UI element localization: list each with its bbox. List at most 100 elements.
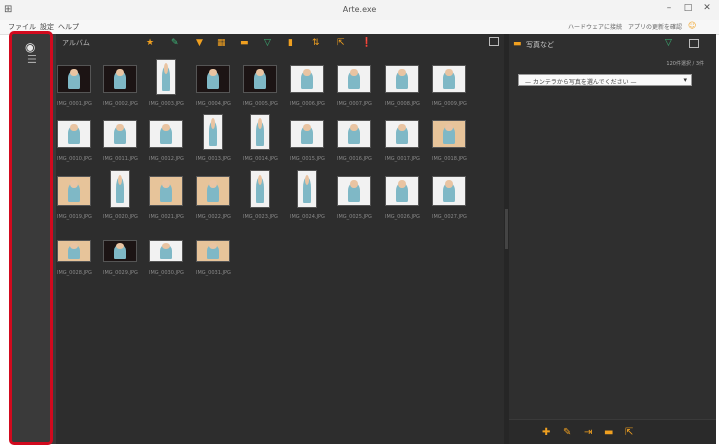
photo-face [445,68,453,77]
thumbnail-caption: IMG_0020.JPG [103,214,138,220]
thumbnail-caption: IMG_0018.JPG [432,156,467,162]
thumbnail[interactable] [432,65,466,93]
thumbnail[interactable] [385,176,419,206]
thumbnail[interactable] [290,120,324,148]
photo-face [210,118,216,129]
splitter-grip[interactable] [505,209,508,249]
thumbnail[interactable] [156,59,176,95]
menu-help[interactable]: ヘルプ [58,22,79,32]
connect-hardware-link[interactable]: ハードウェアに接続 [568,22,622,31]
right-bottom-toolbar: ✚ ✎ ⇥ ▬ ⇱ [509,419,716,444]
thumbnail[interactable] [149,176,183,206]
thumbnail-caption: IMG_0013.JPG [196,156,231,162]
maximize-icon[interactable]: □ [681,3,695,13]
thumbnail-caption: IMG_0023.JPG [243,214,278,220]
photo-face [209,243,217,249]
folder-icon[interactable]: ▬ [240,38,249,48]
thumbnail[interactable] [57,240,91,262]
right-panel-title: 写真など [526,41,554,49]
thumbnail[interactable] [203,114,223,150]
thumbnail-caption: IMG_0030.JPG [149,270,184,276]
photo-face [70,68,78,77]
close-icon[interactable]: ✕ [700,3,714,13]
thumbnail[interactable] [149,120,183,148]
thumbnail-caption: IMG_0008.JPG [385,101,420,107]
thumbnail-caption: IMG_0025.JPG [337,214,372,220]
thumbnail[interactable] [250,170,270,208]
thumbnail[interactable] [57,176,91,206]
thumbnail-caption: IMG_0019.JPG [57,214,92,220]
filter-green-icon[interactable]: ▽ [264,38,271,48]
sort-icon[interactable]: ⇅ [312,38,320,48]
photo-face [350,123,358,132]
edit-icon[interactable]: ✎ [563,427,571,438]
tag-icon[interactable]: ✎ [171,38,179,48]
filter-icon[interactable]: ▽ [665,38,672,48]
photo-face [209,68,217,77]
thumbnail[interactable] [337,120,371,148]
thumbnail[interactable] [297,170,317,208]
thumbnail-caption: IMG_0017.JPG [385,156,420,162]
photo-face [398,123,406,132]
right-panel: ▬ 写真など ▽ 120件選択 / 3件 — カンテラから写真を選んでください … [509,34,716,444]
thumbnail[interactable] [196,65,230,93]
thumbnail[interactable] [57,120,91,148]
thumbnail-caption: IMG_0028.JPG [57,270,92,276]
thumbnail-caption: IMG_0031.JPG [196,270,231,276]
folder-add-icon[interactable]: ▬ [604,427,613,438]
collapse-main-icon[interactable] [489,37,499,46]
sidebar-highlight-frame [9,31,53,445]
photo-face [163,63,169,74]
thumbnail[interactable] [337,65,371,93]
filter-icon[interactable]: ▼ [196,38,203,48]
check-update-link[interactable]: アプリの更新を確認 [628,22,682,31]
destination-select[interactable]: — カンテラから写真を選んでください — ▾ [518,74,692,86]
thumbnail[interactable] [243,65,277,93]
title-bar: ⊞ Arte.exe – □ ✕ [0,0,719,21]
info-icon[interactable]: ❗ [361,38,372,48]
destination-select-value: — カンテラから写真を選んでください — [525,79,637,86]
photo-face [445,123,453,132]
flag-icon[interactable]: ▮ [288,38,293,48]
main-header: アルバム ★ ✎ ▼ ▦ ▬ ▽ ▮ ⇅ ⇱ ❗ [56,34,504,52]
thumbnail-caption: IMG_0007.JPG [337,101,372,107]
thumbnail[interactable] [57,65,91,93]
chevron-down-icon: ▾ [683,76,687,84]
photo-face [116,68,124,77]
thumbnail[interactable] [196,240,230,262]
folder-export-icon[interactable]: ⇱ [625,427,633,438]
thumbnail[interactable] [432,176,466,206]
thumbnail[interactable] [196,176,230,206]
photo-face [350,179,358,189]
thumbnail[interactable] [103,65,137,93]
thumbnail[interactable] [432,120,466,148]
thumbnail[interactable] [103,120,137,148]
user-icon[interactable]: ☺ [688,21,696,30]
star-icon[interactable]: ★ [146,38,154,48]
thumbnail-caption: IMG_0021.JPG [149,214,184,220]
thumbnail[interactable] [149,240,183,262]
thumbnail-caption: IMG_0003.JPG [149,101,184,107]
thumbnail[interactable] [290,65,324,93]
thumbnail[interactable] [103,240,137,262]
thumbnail[interactable] [110,170,130,208]
menu-bar: ファイル 設定 ヘルプ ハードウェアに接続 アプリの更新を確認 ☺ [0,20,719,35]
thumbnail[interactable] [337,176,371,206]
photo-face [445,179,453,189]
thumbnail[interactable] [250,114,270,150]
photo-face [162,123,170,132]
thumbnail-caption: IMG_0014.JPG [243,156,278,162]
move-icon[interactable]: ⇥ [584,427,592,438]
collapse-right-icon[interactable] [689,39,699,48]
photo-face [256,68,264,77]
minimize-icon[interactable]: – [662,3,676,13]
grid-icon[interactable]: ▦ [217,38,226,48]
add-icon[interactable]: ✚ [542,427,550,438]
export-icon[interactable]: ⇱ [337,38,345,48]
photo-face [70,179,78,189]
thumbnail[interactable] [385,120,419,148]
thumbnail-caption: IMG_0011.JPG [103,156,138,162]
thumbnail[interactable] [385,65,419,93]
photo-face [116,123,124,132]
thumbnail-caption: IMG_0015.JPG [290,156,325,162]
